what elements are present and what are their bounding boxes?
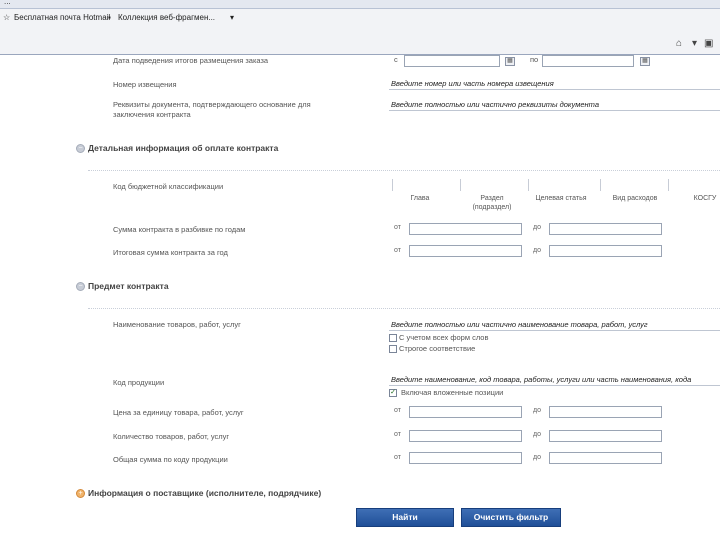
to-label: до <box>533 224 541 231</box>
kbk-column-target: Целевая статья <box>535 195 587 202</box>
from-label: от <box>394 247 401 254</box>
notice-number-label: Номер извещения <box>113 80 177 89</box>
collapse-icon[interactable]: − <box>76 144 85 153</box>
unit-price-from-input[interactable] <box>409 406 522 418</box>
quantity-from-input[interactable] <box>409 430 522 442</box>
chevron-down-icon[interactable]: ▾ <box>230 13 234 22</box>
kbk-label: Код бюджетной классификации <box>113 182 224 191</box>
strict-match-label: Строгое соответствие <box>399 344 476 353</box>
clear-filter-button[interactable]: Очистить фильтр <box>461 508 561 527</box>
section-supplier-title[interactable]: Информация о поставщике (исполнителе, по… <box>88 488 321 498</box>
input-underline <box>389 110 720 111</box>
section-divider <box>88 170 720 171</box>
order-date-label: Дата подведения итогов размещения заказа <box>113 56 269 65</box>
date-to-input[interactable] <box>542 55 634 67</box>
calendar-icon[interactable]: ▦ <box>640 57 650 66</box>
kbk-column-section: Раздел (подраздел) <box>472 195 512 211</box>
total-year-to-input[interactable] <box>549 245 662 257</box>
goods-input[interactable]: Введите полностью или частично наименова… <box>391 320 648 329</box>
unit-price-to-input[interactable] <box>549 406 662 418</box>
kbk-column-expense-type: Вид расходов <box>612 195 658 202</box>
from-label: от <box>394 224 401 231</box>
favorite-webslice-link[interactable]: Коллекция веб-фрагмен... <box>118 13 215 22</box>
kbk-column-chapter: Глава <box>410 195 430 202</box>
input-underline <box>389 89 720 90</box>
all-forms-label: С учетом всех форм слов <box>399 333 489 342</box>
total-year-from-input[interactable] <box>409 245 522 257</box>
product-code-input[interactable]: Введите наименование, код товара, работы… <box>391 375 691 384</box>
kbk-divider <box>460 179 461 191</box>
goods-label: Наименование товаров, работ, услуг <box>113 320 241 329</box>
date-from-prefix: с <box>394 55 398 64</box>
command-bar <box>0 34 720 55</box>
to-label: до <box>533 247 541 254</box>
checkmark-icon: ✓ <box>390 389 396 396</box>
from-label: от <box>394 407 401 414</box>
to-label: до <box>533 431 541 438</box>
calendar-icon[interactable]: ▦ <box>505 57 515 66</box>
favorites-star-icon[interactable]: ☆ <box>3 13 10 22</box>
date-from-input[interactable] <box>404 55 500 67</box>
sum-breakdown-label: Сумма контракта в разбивке по годам <box>113 225 246 234</box>
kbk-column-kosgu: КОСГУ <box>693 195 717 202</box>
tab-strip-text: ... <box>4 0 11 6</box>
sum-breakdown-from-input[interactable] <box>409 223 522 235</box>
notice-number-input[interactable]: Введите номер или часть номера извещения <box>391 79 554 88</box>
kbk-divider <box>668 179 669 191</box>
total-by-code-label: Общая сумма по коду продукции <box>113 455 228 464</box>
include-nested-label: Включая вложенные позиции <box>401 388 504 397</box>
requisites-input[interactable]: Введите полностью или частично реквизиты… <box>391 100 599 109</box>
web-slice-icon: ▪ <box>108 13 111 22</box>
quantity-to-input[interactable] <box>549 430 662 442</box>
kbk-divider <box>600 179 601 191</box>
kbk-divider <box>528 179 529 191</box>
sum-breakdown-to-input[interactable] <box>549 223 662 235</box>
section-payment-title[interactable]: Детальная информация об оплате контракта <box>88 143 278 153</box>
input-underline <box>389 330 720 331</box>
date-to-prefix: по <box>530 55 539 64</box>
requisites-label: Реквизиты документа, подтверждающего осн… <box>113 100 311 119</box>
find-button[interactable]: Найти <box>356 508 454 527</box>
favorite-hotmail-link[interactable]: Бесплатная почта Hotmail <box>14 13 110 22</box>
to-label: до <box>533 407 541 414</box>
from-label: от <box>394 431 401 438</box>
total-year-label: Итоговая сумма контракта за год <box>113 248 228 257</box>
expand-icon[interactable]: + <box>76 489 85 498</box>
feeds-icon[interactable]: ▣ <box>704 38 713 49</box>
collapse-icon[interactable]: − <box>76 282 85 291</box>
unit-price-label: Цена за единицу товара, работ, услуг <box>113 408 244 417</box>
total-by-code-from-input[interactable] <box>409 452 522 464</box>
quantity-label: Количество товаров, работ, услуг <box>113 432 230 441</box>
home-icon[interactable]: ⌂ <box>676 38 682 49</box>
section-subject-title[interactable]: Предмет контракта <box>88 281 169 291</box>
chevron-down-icon[interactable]: ▾ <box>692 38 697 49</box>
strict-match-radio[interactable] <box>389 345 397 353</box>
section-divider <box>88 308 720 309</box>
include-nested-checkbox[interactable]: ✓ <box>389 389 397 397</box>
from-label: от <box>394 454 401 461</box>
input-underline <box>389 385 720 386</box>
all-forms-radio[interactable] <box>389 334 397 342</box>
total-by-code-to-input[interactable] <box>549 452 662 464</box>
product-code-label: Код продукции <box>113 378 165 387</box>
browser-tab-strip: ... <box>0 0 720 9</box>
to-label: до <box>533 454 541 461</box>
kbk-divider <box>392 179 393 191</box>
